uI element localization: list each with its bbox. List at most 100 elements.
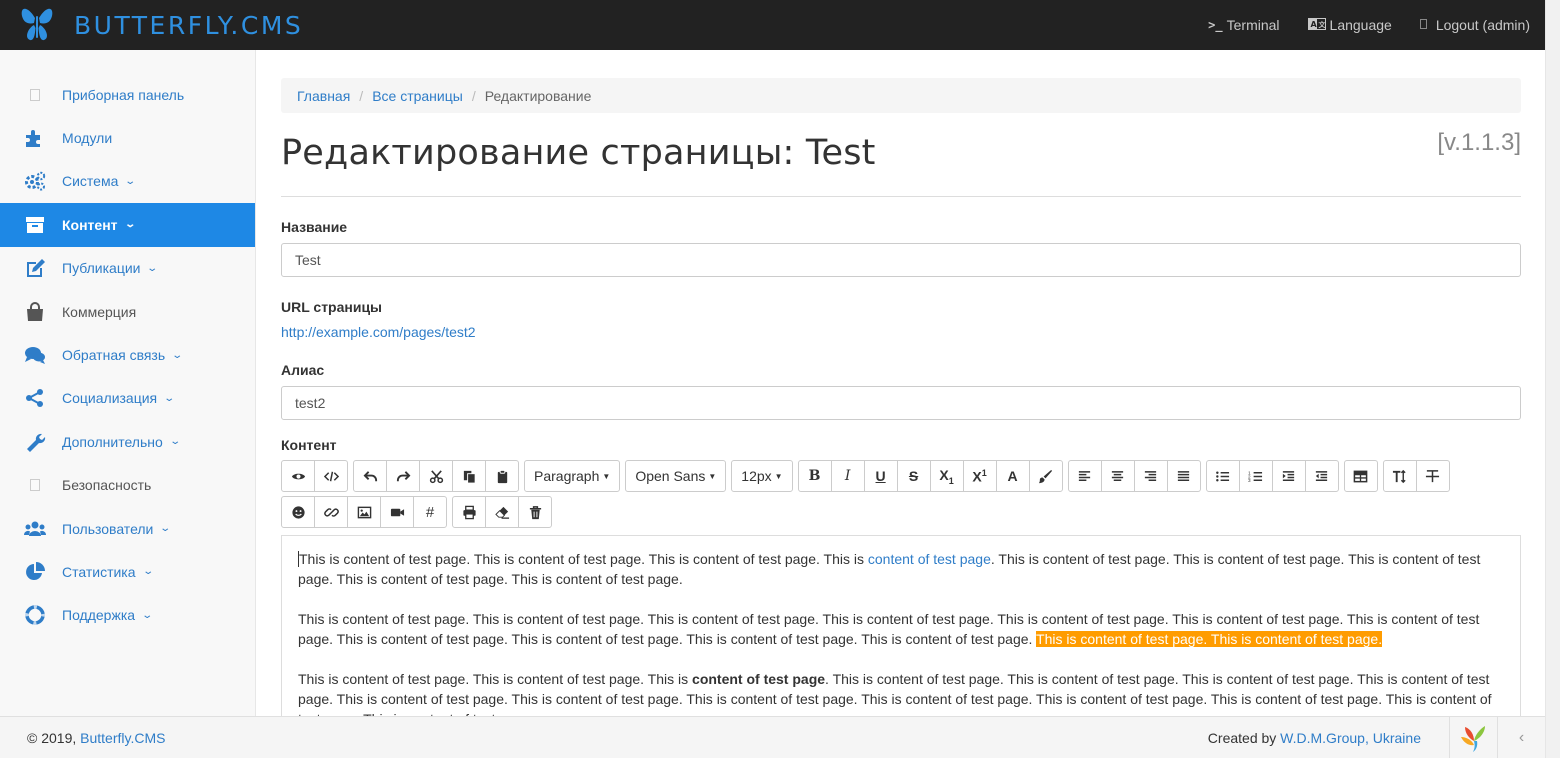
undo-icon <box>363 470 377 481</box>
preview-button[interactable] <box>281 460 315 492</box>
clear-formatting-button[interactable] <box>485 496 519 528</box>
language-link[interactable]: A文 Language <box>1307 17 1392 33</box>
breadcrumb-pages[interactable]: Все страницы <box>372 88 463 104</box>
breadcrumb-home[interactable]: Главная <box>297 88 350 104</box>
subscript-button[interactable]: X1 <box>929 460 964 492</box>
company-link[interactable]: W.D.M.Group, Ukraine <box>1280 730 1421 746</box>
chevron-left-icon[interactable]: ‹ <box>1497 717 1545 758</box>
indent-icon <box>1282 470 1295 481</box>
sidebar-item-additional[interactable]: Дополнительно ⌄ <box>0 420 255 463</box>
users-icon <box>23 519 47 539</box>
terminal-link[interactable]: >_ Terminal <box>1208 17 1279 33</box>
align-left-button[interactable] <box>1067 460 1102 492</box>
code-view-button[interactable] <box>314 460 348 492</box>
caret-down-icon: ▼ <box>602 471 611 481</box>
sidebar-item-feedback[interactable]: Обратная связь ⌄ <box>0 333 255 376</box>
align-left-icon <box>1078 470 1091 481</box>
sidebar-item-label: Дополнительно <box>62 433 163 450</box>
sidebar-item-modules[interactable]: Модули <box>0 116 255 159</box>
print-button[interactable] <box>452 496 486 528</box>
alias-field[interactable]: test2 <box>281 386 1521 420</box>
logout-link[interactable]: Logout (admin) <box>1419 17 1530 33</box>
sidebar-item-system[interactable]: Система ⌄ <box>0 160 255 203</box>
sidebar-item-publications[interactable]: Публикации ⌄ <box>0 247 255 290</box>
numbered-list-button[interactable]: 123 <box>1238 460 1273 492</box>
brand-name: BUTTERFLY.CMS <box>74 10 304 40</box>
sidebar-item-social[interactable]: Социализация ⌄ <box>0 377 255 420</box>
insert-link-button[interactable] <box>314 496 348 528</box>
page-scrollbar[interactable] <box>1545 0 1560 758</box>
bold-button[interactable]: B <box>797 460 832 492</box>
sidebar-item-label: Пользователи <box>62 520 154 537</box>
insert-anchor-button[interactable]: # <box>413 496 447 528</box>
footer-brand-link[interactable]: Butterfly.CMS <box>80 730 165 746</box>
redo-button[interactable] <box>386 460 420 492</box>
sidebar-item-content[interactable]: Контент ⌄ <box>0 203 255 247</box>
chevron-down-icon: ⌄ <box>141 566 154 578</box>
eraser-icon <box>494 506 509 519</box>
breadcrumb-separator: / <box>359 87 364 104</box>
underline-button[interactable]: U <box>863 460 898 492</box>
sidebar-item-statistics[interactable]: Статистика ⌄ <box>0 550 255 593</box>
chevron-down-icon: ⌄ <box>146 262 159 274</box>
sidebar-item-users[interactable]: Пользователи ⌄ <box>0 507 255 550</box>
sidebar-item-support[interactable]: Поддержка ⌄ <box>0 594 255 637</box>
copy-button[interactable] <box>452 460 486 492</box>
font-color-button[interactable]: A <box>995 460 1030 492</box>
name-field[interactable]: Test <box>281 243 1521 277</box>
insert-video-button[interactable] <box>380 496 414 528</box>
print-icon <box>462 505 476 519</box>
created-by-text: Created by <box>1207 729 1281 746</box>
font-family-dropdown[interactable]: Open Sans ▼ <box>625 460 727 492</box>
subscript-icon: X1 <box>939 466 954 486</box>
underline-icon: U <box>875 468 886 484</box>
insert-image-button[interactable] <box>347 496 381 528</box>
align-center-button[interactable] <box>1100 460 1135 492</box>
italic-button[interactable]: I <box>830 460 865 492</box>
paragraph-dropdown[interactable]: Paragraph ▼ <box>524 460 621 492</box>
paste-button[interactable] <box>485 460 519 492</box>
toolbar-group-size: 12px ▼ <box>731 460 793 492</box>
indent-button[interactable] <box>1271 460 1306 492</box>
superscript-button[interactable]: X1 <box>962 460 997 492</box>
paint-brush-icon <box>1039 469 1053 483</box>
editor-toolbar: Paragraph ▼ Open Sans ▼ 12px ▼ B I U S X1 X… <box>281 460 1521 532</box>
toolbar-group-align <box>1067 460 1201 492</box>
trash-icon <box>529 505 541 519</box>
insert-table-button[interactable] <box>1343 460 1378 492</box>
wrench-icon <box>23 432 47 452</box>
align-right-button[interactable] <box>1133 460 1168 492</box>
sidebar-item-label: Приборная панель <box>62 86 185 103</box>
editor-link[interactable]: content of test page <box>868 551 991 567</box>
brand[interactable]: BUTTERFLY.CMS <box>0 4 303 47</box>
toolbar-group-view <box>281 460 348 492</box>
footer: © 2019, Butterfly.CMS Created by W.D.M.G… <box>0 716 1545 758</box>
share-icon <box>23 388 47 408</box>
outdent-button[interactable] <box>1304 460 1339 492</box>
emoji-button[interactable] <box>281 496 315 528</box>
page-url-link[interactable]: http://example.com/pages/test2 <box>281 324 1521 340</box>
superscript-icon: X1 <box>972 467 987 485</box>
line-height-button[interactable] <box>1382 460 1417 492</box>
horizontal-rule-button[interactable] <box>1415 460 1450 492</box>
align-justify-button[interactable] <box>1166 460 1201 492</box>
redo-icon <box>396 470 410 481</box>
clipboard-icon <box>497 469 507 483</box>
sidebar-item-label: Публикации <box>62 260 141 277</box>
shopping-bag-icon <box>23 301 47 322</box>
undo-button[interactable] <box>353 460 387 492</box>
cut-button[interactable] <box>419 460 453 492</box>
background-color-button[interactable] <box>1028 460 1063 492</box>
toolbar-group-tools <box>452 496 552 528</box>
paragraph-dropdown-label: Paragraph <box>534 468 600 484</box>
sidebar-item-security[interactable]: Безопасность <box>0 464 255 507</box>
eye-icon <box>291 473 305 479</box>
rich-text-editor[interactable]: This is content of test page. This is co… <box>281 535 1521 727</box>
sidebar-item-commerce[interactable]: Коммерция <box>0 290 255 333</box>
toolbar-group-edit <box>353 460 519 492</box>
font-size-dropdown[interactable]: 12px ▼ <box>731 460 793 492</box>
strikethrough-button[interactable]: S <box>896 460 931 492</box>
sidebar-item-dashboard[interactable]: Приборная панель <box>0 73 255 116</box>
bullet-list-button[interactable] <box>1205 460 1240 492</box>
clear-content-button[interactable] <box>518 496 552 528</box>
